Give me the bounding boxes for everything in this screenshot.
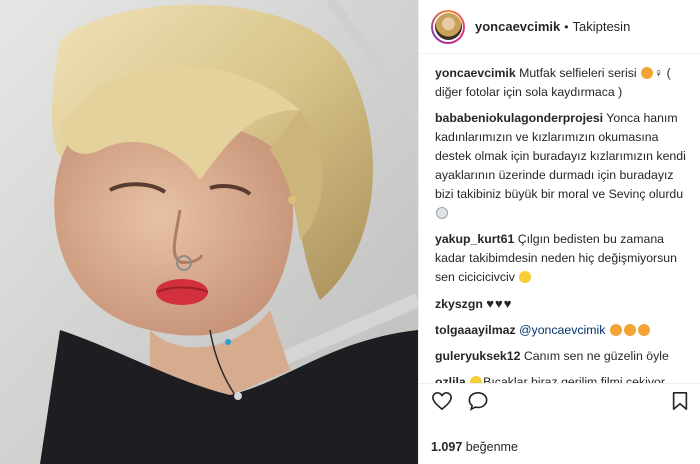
heart-icon[interactable] xyxy=(431,391,453,411)
cat-face-emoji xyxy=(623,324,636,336)
action-bar xyxy=(419,383,700,417)
avatar[interactable] xyxy=(431,9,465,44)
header-separator: • xyxy=(564,19,569,34)
avatar-frame xyxy=(433,11,463,42)
heart-emoji: ♥♥♥ xyxy=(486,296,513,311)
bookmark-icon[interactable] xyxy=(671,391,689,411)
comment-item: bababeniokulagonderprojesi Yonca hanım k… xyxy=(435,109,687,223)
comments-list[interactable]: yoncaevcimik Mutfak selfieleri serisi ♀ … xyxy=(419,64,700,384)
comment-username[interactable]: guleryuksek12 xyxy=(435,349,520,363)
header-username[interactable]: yoncaevcimik xyxy=(475,19,560,34)
comment-item: guleryuksek12 Canım sen ne güzelin öyle xyxy=(435,347,687,366)
avatar-image xyxy=(434,13,462,40)
comment-username[interactable]: bababeniokulagonderprojesi xyxy=(435,111,603,125)
likes-label: beğenme xyxy=(465,440,518,454)
post-header: yoncaevcimik • Takiptesin xyxy=(419,0,700,54)
likes-count[interactable]: 1.097 beğenme xyxy=(431,440,518,454)
comment-username[interactable]: zkyszgn xyxy=(435,297,483,311)
post-photo-graphic xyxy=(0,0,418,464)
comment-username[interactable]: tolgaaayilmaz xyxy=(435,323,516,337)
follow-status-button[interactable]: Takiptesin xyxy=(572,19,630,34)
comment-item: yoncaevcimik Mutfak selfieleri serisi ♀ … xyxy=(435,64,687,102)
comment-item: yakup_kurt61 Çılgın bedisten bu zamana k… xyxy=(435,230,687,287)
comment-text: Canım sen ne güzelin öyle xyxy=(523,349,669,363)
mention-link[interactable]: @yoncaevcimik xyxy=(519,323,605,337)
post-photo[interactable] xyxy=(0,0,418,464)
instagram-post: yoncaevcimik • Takiptesin yoncaevcimik M… xyxy=(0,0,700,464)
hands-emoji xyxy=(436,207,448,219)
comment-username[interactable]: yoncaevcimik xyxy=(435,66,516,80)
comment-item: zkyszgn ♥♥♥ xyxy=(435,294,687,314)
comment-item: tolgaaayilmaz @yoncaevcimik xyxy=(435,321,687,340)
likes-number: 1.097 xyxy=(431,440,463,454)
cat-face-emoji xyxy=(637,324,650,336)
comment-username[interactable]: yakup_kurt61 xyxy=(435,232,514,246)
cat-face-emoji xyxy=(609,324,622,336)
comment-text xyxy=(605,323,608,337)
comment-icon[interactable] xyxy=(467,391,489,411)
woman-cook-emoji xyxy=(641,67,654,79)
crying-face-emoji xyxy=(519,271,532,283)
post-side-panel: yoncaevcimik • Takiptesin yoncaevcimik M… xyxy=(418,0,700,464)
comment-text: Mutfak selfieleri serisi xyxy=(519,66,641,80)
